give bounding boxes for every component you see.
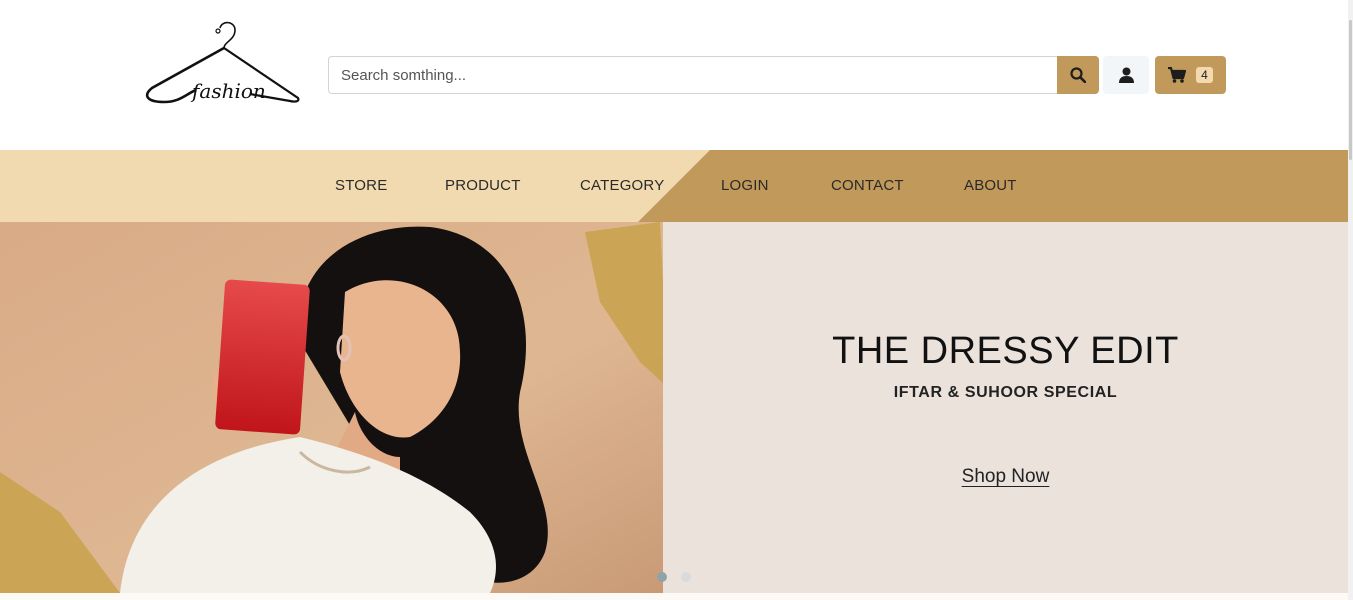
shop-now-link[interactable]: Shop Now <box>962 466 1050 487</box>
account-button[interactable] <box>1103 56 1149 94</box>
hero-title: THE DRESSY EDIT <box>832 330 1179 372</box>
user-icon <box>1118 67 1134 83</box>
search-button[interactable] <box>1057 56 1099 94</box>
nav-item-login[interactable]: LOGIN <box>721 150 769 222</box>
hero-subtitle: IFTAR & SUHOOR SPECIAL <box>893 384 1118 401</box>
vertical-scrollbar[interactable] <box>1348 0 1353 600</box>
cart-icon <box>1168 67 1187 83</box>
search-input[interactable] <box>328 56 1057 94</box>
scrollbar-thumb[interactable] <box>1349 20 1352 160</box>
hero-model-image <box>0 222 663 593</box>
carousel-dot-1[interactable] <box>657 572 667 582</box>
hero-carousel: THE DRESSY EDIT IFTAR & SUHOOR SPECIAL S… <box>0 222 1348 593</box>
nav-item-contact[interactable]: CONTACT <box>831 150 904 222</box>
site-header: fashion 4 <box>0 0 1348 150</box>
nav-item-category[interactable]: CATEGORY <box>580 150 664 222</box>
carousel-dot-2[interactable] <box>681 572 691 582</box>
nav-item-product[interactable]: PRODUCT <box>445 150 521 222</box>
logo-text: fashion <box>190 79 266 103</box>
main-nav: STORE PRODUCT CATEGORY LOGIN CONTACT ABO… <box>0 150 1348 222</box>
search-bar <box>328 56 1099 94</box>
search-icon <box>1070 67 1086 83</box>
hanger-logo-icon: fashion <box>145 21 300 104</box>
shop-now-wrapper: Shop Now <box>663 466 1348 488</box>
nav-background <box>0 150 1348 222</box>
carousel-indicators <box>657 572 691 582</box>
nav-item-about[interactable]: ABOUT <box>964 150 1017 222</box>
site-logo[interactable]: fashion <box>140 18 305 118</box>
cart-count-badge: 4 <box>1196 67 1213 83</box>
nav-item-store[interactable]: STORE <box>335 150 387 222</box>
cart-button[interactable]: 4 <box>1155 56 1226 94</box>
page-bottom-strip <box>0 593 1348 600</box>
